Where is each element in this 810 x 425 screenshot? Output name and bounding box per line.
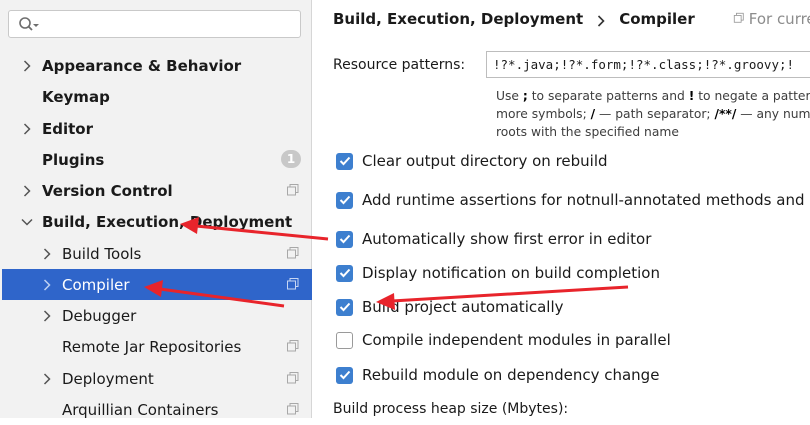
option-label: Compile independent modules in parallel <box>362 331 671 349</box>
chevron-right-icon[interactable] <box>20 122 34 136</box>
option-build-notification[interactable]: Display notification on build completion <box>336 262 660 284</box>
breadcrumb-parent[interactable]: Build, Execution, Deployment <box>333 10 583 28</box>
option-label: Add runtime assertions for notnull-annot… <box>362 191 810 209</box>
option-rebuild-on-dependency-change[interactable]: Rebuild module on dependency change <box>336 364 659 386</box>
chevron-right-icon[interactable] <box>40 278 54 292</box>
sidebar-item-editor[interactable]: Editor <box>2 113 312 144</box>
resource-patterns-label: Resource patterns: <box>333 57 466 73</box>
option-parallel-compile[interactable]: Compile independent modules in parallel <box>336 329 671 351</box>
chevron-down-icon[interactable] <box>20 215 34 229</box>
copy-icon <box>286 183 300 197</box>
sidebar-item-label: Remote Jar Repositories <box>62 337 242 356</box>
search-input[interactable] <box>45 14 299 36</box>
sidebar-item-debugger[interactable]: Debugger <box>2 300 312 331</box>
sidebar-item-label: Debugger <box>62 306 137 325</box>
sidebar-item-build-execution-deployment[interactable]: Build, Execution, Deployment <box>2 206 312 237</box>
checkbox-checked[interactable] <box>336 191 353 209</box>
sidebar-item-label: Compiler <box>62 275 130 294</box>
option-show-first-error[interactable]: Automatically show first error in editor <box>336 228 651 250</box>
copy-icon <box>286 277 300 291</box>
breadcrumb: Build, Execution, Deployment Compiler Fo… <box>333 9 810 29</box>
option-clear-output-directory[interactable]: Clear output directory on rebuild <box>336 150 608 172</box>
sidebar-item-appearance[interactable]: Appearance & Behavior <box>2 50 312 81</box>
search-box[interactable] <box>8 10 301 38</box>
chevron-right-icon[interactable] <box>20 59 34 73</box>
settings-sidebar: Appearance & Behavior Keymap Editor Plug… <box>0 0 312 419</box>
checkbox-checked[interactable] <box>336 264 353 282</box>
sidebar-item-label: Plugins <box>42 150 105 169</box>
copy-icon <box>286 339 300 353</box>
sidebar-item-label: Appearance & Behavior <box>42 56 242 75</box>
chevron-right-icon <box>597 13 605 27</box>
chevron-right-icon[interactable] <box>40 247 54 261</box>
sidebar-item-arquillian-containers[interactable]: Arquillian Containers <box>2 394 312 425</box>
sidebar-item-keymap[interactable]: Keymap <box>2 81 312 112</box>
heap-size-label: Build process heap size (Mbytes): <box>333 401 569 417</box>
copy-icon <box>286 402 300 416</box>
option-build-automatically[interactable]: Build project automatically <box>336 296 564 318</box>
sidebar-item-deployment[interactable]: Deployment <box>2 363 312 394</box>
option-label: Build project automatically <box>362 298 564 316</box>
sidebar-item-compiler[interactable]: Compiler <box>2 269 312 300</box>
checkbox-checked[interactable] <box>336 366 353 384</box>
option-label: Automatically show first error in editor <box>362 230 652 248</box>
sidebar-item-label: Editor <box>42 119 93 138</box>
sidebar-item-label: Keymap <box>42 87 110 106</box>
sidebar-item-label: Deployment <box>62 369 154 388</box>
sidebar-item-label: Build, Execution, Deployment <box>42 212 293 231</box>
chevron-right-icon[interactable] <box>20 184 34 198</box>
sidebar-item-plugins[interactable]: Plugins 1 <box>2 144 312 175</box>
resource-patterns-hint: Use ; to separate patterns and ! to nega… <box>496 89 810 139</box>
copy-icon <box>286 246 300 260</box>
compiler-settings-panel: Build, Execution, Deployment Compiler Fo… <box>313 0 810 418</box>
sidebar-item-build-tools[interactable]: Build Tools <box>2 238 312 269</box>
search-icon <box>18 16 40 34</box>
option-runtime-assertions[interactable]: Add runtime assertions for notnull-annot… <box>336 189 810 211</box>
chevron-right-icon[interactable] <box>40 309 54 323</box>
option-label: Rebuild module on dependency change <box>362 366 660 384</box>
copy-icon <box>286 371 300 385</box>
sidebar-item-label: Build Tools <box>62 244 142 263</box>
option-label: Display notification on build completion <box>362 264 660 282</box>
copy-icon <box>733 10 749 28</box>
updates-count-badge: 1 <box>281 150 301 168</box>
checkbox-unchecked[interactable] <box>336 331 353 349</box>
sidebar-item-label: Version Control <box>42 181 173 200</box>
checkbox-checked[interactable] <box>336 152 353 170</box>
scope-label: For current p <box>748 10 810 28</box>
project-scope-note: For current p <box>733 10 810 28</box>
chevron-right-icon[interactable] <box>40 372 54 386</box>
breadcrumb-current: Compiler <box>619 10 695 28</box>
checkbox-checked[interactable] <box>336 230 353 248</box>
checkbox-checked[interactable] <box>336 298 353 316</box>
resource-patterns-field[interactable]: !?*.java;!?*.form;!?*.class;!?*.groovy;! <box>486 51 810 78</box>
sidebar-item-remote-jar-repositories[interactable]: Remote Jar Repositories <box>2 331 312 362</box>
option-label: Clear output directory on rebuild <box>362 152 608 170</box>
sidebar-item-version-control[interactable]: Version Control <box>2 175 312 206</box>
sidebar-item-label: Arquillian Containers <box>62 400 219 419</box>
